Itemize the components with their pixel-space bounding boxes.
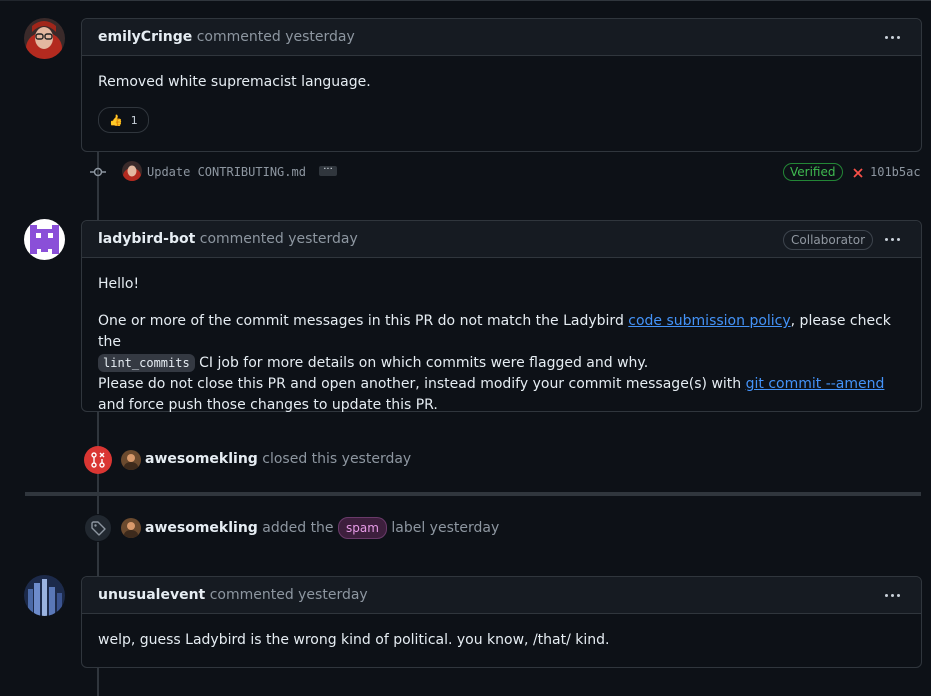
comment-text: welp, guess Ladybird is the wrong kind o…: [98, 632, 610, 648]
comment-box: unusualevent commented yesterday welp, g…: [81, 576, 922, 668]
comment-box: emilyCringe commented yesterday Removed …: [81, 18, 922, 152]
comment-body: Removed white supremacist language. 👍 1: [82, 56, 921, 149]
comment-header: ladybird-bot commented yesterday Collabo…: [82, 221, 921, 258]
comment-meta[interactable]: commented yesterday: [210, 587, 368, 603]
tag-icon: [91, 521, 106, 536]
event-actor[interactable]: awesomekling: [145, 451, 258, 467]
comment-author[interactable]: unusualevent: [98, 587, 205, 603]
actor-avatar[interactable]: [121, 518, 141, 538]
event-text: closed this yesterday: [262, 451, 412, 467]
comment-greeting: Hello!: [98, 276, 140, 292]
more-options-icon[interactable]: [877, 577, 907, 613]
commit-icon: [90, 167, 106, 177]
comment-author[interactable]: ladybird-bot: [98, 231, 195, 247]
more-options-icon[interactable]: [877, 221, 907, 257]
text-segment: and force push those changes to update t…: [98, 397, 438, 413]
comment-body: welp, guess Ladybird is the wrong kind o…: [82, 614, 921, 667]
reaction-button[interactable]: 👍 1: [98, 107, 149, 133]
top-divider: [80, 0, 931, 1]
git-commit-amend-link[interactable]: git commit --amend: [746, 376, 885, 392]
actor-avatar[interactable]: [121, 450, 141, 470]
comment-author[interactable]: emilyCringe: [98, 29, 192, 45]
commit-expand-button[interactable]: ···: [319, 165, 337, 176]
x-icon[interactable]: [852, 167, 864, 179]
tab-underline: [0, 0, 80, 1]
comment-meta[interactable]: commented yesterday: [197, 29, 355, 45]
event-text: label yesterday: [391, 520, 500, 536]
comment-header: emilyCringe commented yesterday: [82, 19, 921, 56]
pr-closed-badge: [84, 446, 112, 474]
comment-body: Hello! One or more of the commit message…: [82, 258, 921, 432]
event-actor[interactable]: awesomekling: [145, 520, 258, 536]
comment-meta[interactable]: commented yesterday: [200, 231, 358, 247]
commit-message[interactable]: Update CONTRIBUTING.md: [147, 163, 306, 181]
avatar[interactable]: [24, 18, 65, 59]
avatar-image: [24, 219, 65, 260]
commit-author-avatar[interactable]: [122, 161, 142, 181]
comment-paragraph: One or more of the commit messages in th…: [98, 311, 905, 416]
more-options-icon[interactable]: [877, 19, 907, 55]
label-event: awesomekling added the spam label yester…: [145, 517, 499, 539]
code-submission-policy-link[interactable]: code submission policy: [628, 313, 790, 329]
label-event-badge: [84, 514, 112, 542]
commit-sha[interactable]: 101b5ac: [870, 163, 921, 181]
closed-event: awesomekling closed this yesterday: [145, 449, 411, 469]
comment-box: ladybird-bot commented yesterday Collabo…: [81, 220, 922, 413]
timeline-break: [25, 492, 921, 496]
text-segment: Please do not close this PR and open ano…: [98, 376, 746, 392]
spam-label[interactable]: spam: [338, 517, 387, 539]
git-pull-request-closed-icon: [91, 452, 105, 468]
collaborator-badge: Collaborator: [783, 230, 873, 250]
reaction-count: 1: [130, 113, 138, 127]
bot-avatar[interactable]: [24, 219, 65, 260]
timeline-rail: [97, 668, 99, 696]
avatar-image: [24, 575, 65, 616]
event-text: added the: [262, 520, 334, 536]
comment-header: unusualevent commented yesterday: [82, 577, 921, 614]
text-segment: One or more of the commit messages in th…: [98, 313, 629, 329]
avatar[interactable]: [24, 575, 65, 616]
comment-text: Removed white supremacist language.: [98, 74, 371, 90]
verified-badge[interactable]: Verified: [783, 163, 843, 181]
thumbs-up-icon: 👍: [109, 113, 123, 127]
text-segment: CI job for more details on which commits…: [194, 355, 649, 371]
inline-code: lint_commits: [98, 354, 195, 372]
avatar-image: [24, 18, 65, 59]
